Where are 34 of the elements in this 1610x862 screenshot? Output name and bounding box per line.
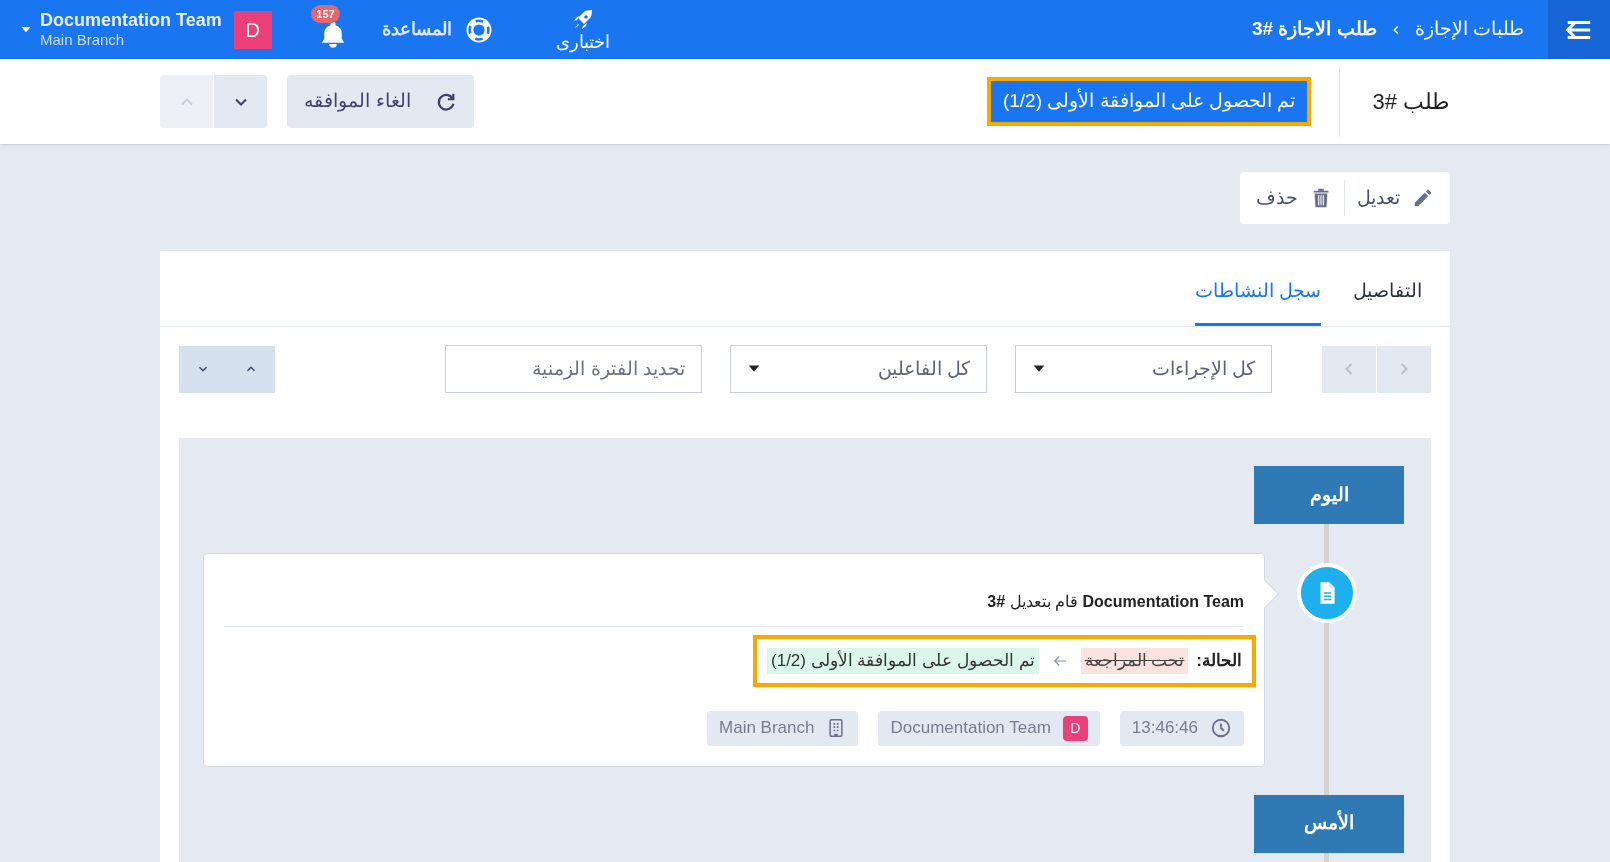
tab[interactable]: التفاصيل bbox=[1353, 251, 1422, 326]
date-range-field[interactable]: تحديد الفترة الزمنية bbox=[445, 345, 702, 393]
branch-chip-text: Main Branch bbox=[719, 717, 815, 740]
menu-button[interactable] bbox=[1548, 0, 1610, 59]
previous-page-button[interactable] bbox=[1322, 345, 1376, 393]
delete-button[interactable]: حذف bbox=[1256, 183, 1332, 213]
launcher-button[interactable]: اختبارى bbox=[555, 7, 610, 52]
user-chip-text: Documentation Team bbox=[890, 717, 1051, 740]
breadcrumb-link[interactable]: طلبات الإجازة bbox=[1414, 15, 1524, 44]
pencil-icon bbox=[1412, 187, 1434, 209]
old-status: تحت المراجعة bbox=[1080, 648, 1189, 674]
breadcrumb-link[interactable]: طلب الاجازة #3 bbox=[1252, 15, 1377, 44]
status-label: الحالة: bbox=[1196, 650, 1242, 672]
time-chip-text: 13:46:46 bbox=[1131, 717, 1198, 740]
day-label[interactable]: الأمس bbox=[1254, 794, 1404, 853]
next-page-button[interactable] bbox=[1377, 345, 1431, 393]
filter-dropdown[interactable]: كل الإجراءات bbox=[1015, 345, 1272, 393]
user-avatar: D bbox=[1062, 715, 1088, 741]
user-avatar: D bbox=[233, 10, 272, 49]
next-button[interactable] bbox=[214, 75, 267, 128]
day-label[interactable]: اليوم bbox=[1254, 466, 1404, 524]
notifications-button[interactable]: 157 bbox=[313, 4, 352, 49]
filter-dropdown[interactable]: كل الفاعلين bbox=[730, 345, 987, 393]
tab[interactable]: سجل النشاطات bbox=[1194, 251, 1321, 326]
help-button[interactable]: المساعدة bbox=[381, 14, 494, 45]
branch-name: Main Branch bbox=[40, 31, 125, 51]
user-menu-button[interactable]: Documentation Team Main Branch bbox=[20, 8, 222, 51]
new-status: تم الحصول على الموافقة الأولى (1/2) bbox=[767, 648, 1039, 674]
cancel-approval-button[interactable]: الغاء الموافقه bbox=[287, 75, 474, 128]
edit-button[interactable]: تعديل bbox=[1357, 183, 1434, 213]
clock-icon bbox=[1210, 717, 1232, 739]
request-title: طلب #3 bbox=[1372, 88, 1450, 116]
notification-count: 157 bbox=[311, 4, 340, 23]
user-name: Documentation Team bbox=[40, 8, 222, 32]
